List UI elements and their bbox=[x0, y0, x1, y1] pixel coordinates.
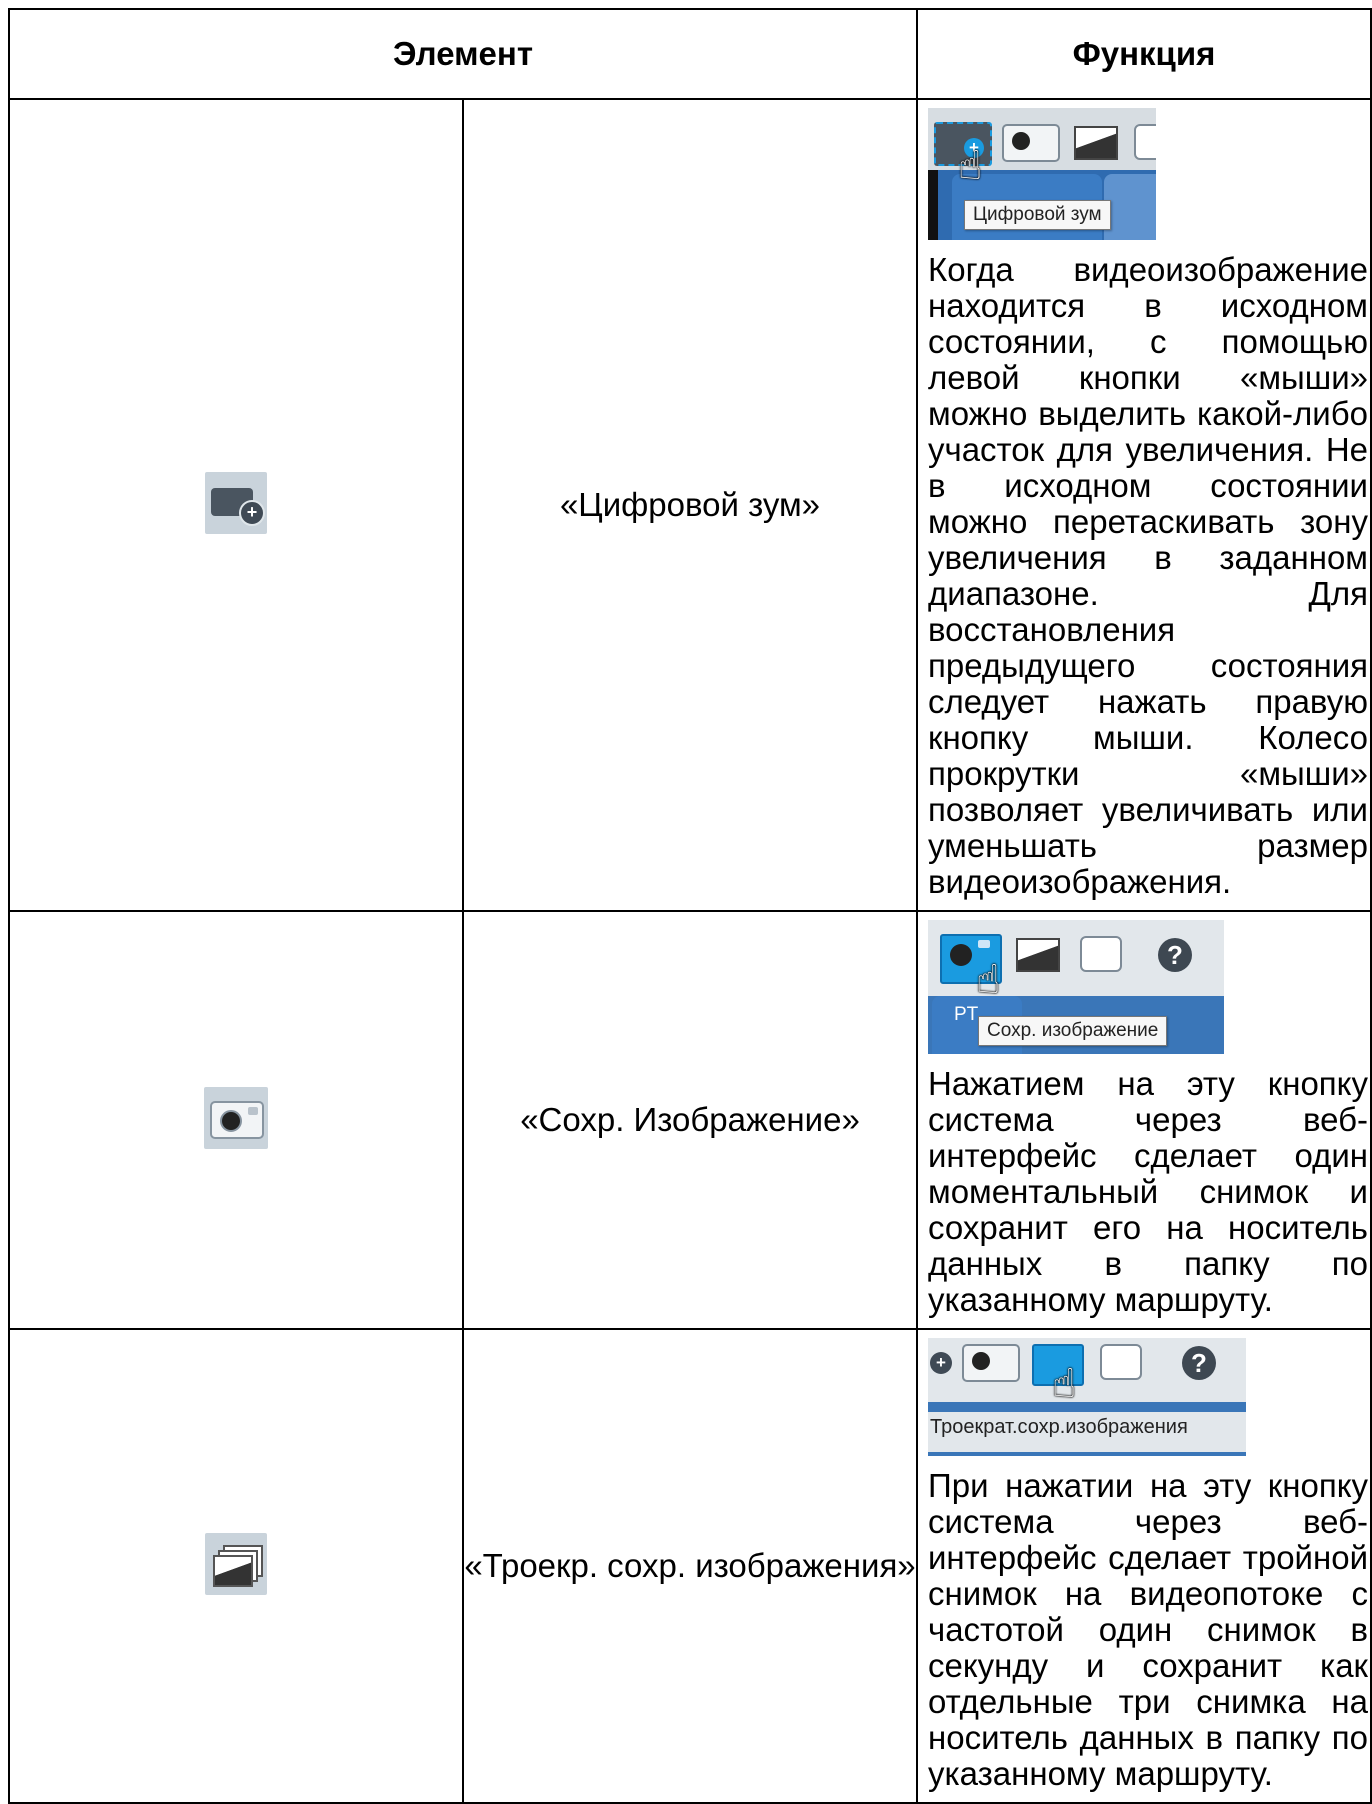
tooltip: Троекрат.сохр.изображения bbox=[930, 1416, 1188, 1438]
table-row: «Сохр. Изображение» PT ? ☝ Сохр. изображ… bbox=[8, 910, 1372, 1330]
function-table: Элемент Функция + «Цифровой зум» + ☝ Циф… bbox=[8, 8, 1372, 1804]
element-icon-cell bbox=[8, 1328, 464, 1804]
toolbar-screenshot: + ☝ Цифровой зум bbox=[928, 108, 1156, 240]
element-name: «Цифровой зум» bbox=[462, 98, 918, 912]
function-cell: PT ? ☝ Сохр. изображение Нажатием на эту… bbox=[916, 910, 1372, 1330]
help-icon[interactable]: ? bbox=[1158, 938, 1192, 972]
snapshot-camera-icon[interactable] bbox=[962, 1344, 1020, 1382]
snapshot-camera-icon bbox=[204, 1086, 268, 1149]
record-video-icon[interactable] bbox=[1100, 1344, 1142, 1380]
toolbar-screenshot: PT ? ☝ Сохр. изображение bbox=[928, 920, 1224, 1054]
table-row: + «Цифровой зум» + ☝ Цифровой зум Когда … bbox=[8, 98, 1372, 912]
function-description: Нажатием на эту кнопку система через веб… bbox=[928, 1065, 1368, 1318]
triple-snapshot-icon[interactable] bbox=[1074, 126, 1118, 160]
hand-cursor-icon: ☝ bbox=[976, 958, 1001, 1002]
function-cell: + ? ☝ Троекрат.сохр.изображения При нажа… bbox=[916, 1328, 1372, 1804]
tooltip: Сохр. изображение bbox=[978, 1016, 1168, 1046]
record-video-icon[interactable] bbox=[1134, 124, 1156, 160]
triple-snapshot-icon bbox=[205, 1532, 267, 1595]
function-description: Когда видеоизображение находится в исход… bbox=[928, 251, 1368, 900]
function-description: При нажатии на эту кнопку система через … bbox=[928, 1467, 1368, 1792]
digital-zoom-icon: + bbox=[205, 471, 267, 534]
hand-cursor-icon: ☝ bbox=[1052, 1362, 1077, 1406]
header-function: Функция bbox=[916, 8, 1372, 100]
element-icon-cell: + bbox=[8, 98, 464, 912]
element-name: «Троекр. сохр. изображения» bbox=[462, 1328, 918, 1804]
function-cell: + ☝ Цифровой зум Когда видеоизображение … bbox=[916, 98, 1372, 912]
element-icon-cell bbox=[8, 910, 464, 1330]
help-icon[interactable]: ? bbox=[1182, 1346, 1216, 1380]
tooltip: Цифровой зум bbox=[964, 200, 1111, 230]
header-element: Элемент bbox=[8, 8, 918, 100]
tab-label: PT bbox=[954, 1004, 979, 1025]
table-row: «Троекр. сохр. изображения» + ? ☝ Троекр… bbox=[8, 1328, 1372, 1804]
record-video-icon[interactable] bbox=[1080, 936, 1122, 972]
element-name: «Сохр. Изображение» bbox=[462, 910, 918, 1330]
hand-cursor-icon: ☝ bbox=[958, 144, 983, 188]
digital-zoom-icon[interactable]: + bbox=[930, 1352, 952, 1374]
triple-snapshot-icon[interactable] bbox=[1016, 938, 1060, 972]
snapshot-camera-icon[interactable] bbox=[1002, 124, 1060, 162]
table-header-row: Элемент Функция bbox=[8, 8, 1372, 100]
toolbar-screenshot: + ? ☝ Троекрат.сохр.изображения bbox=[928, 1338, 1246, 1456]
